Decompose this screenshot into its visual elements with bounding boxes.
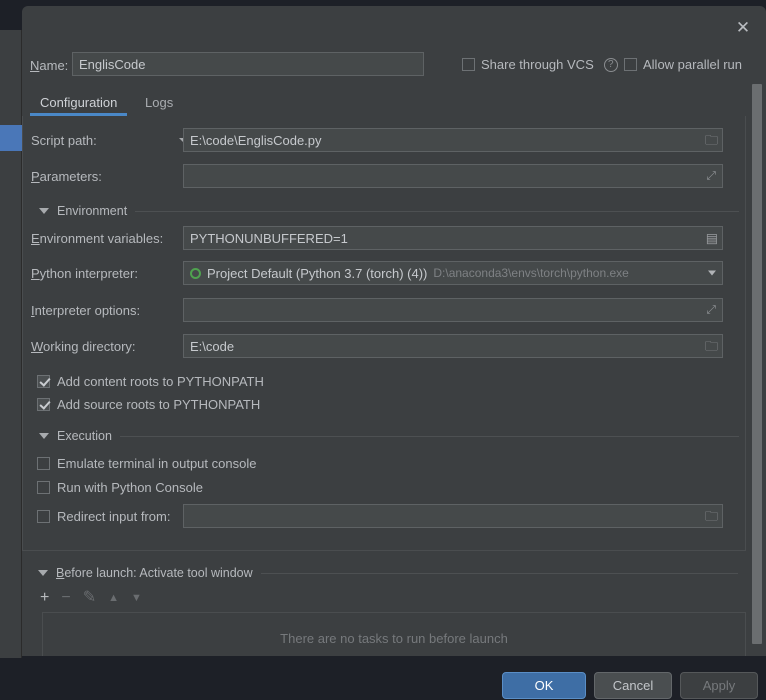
share-vcs-label: Share through VCS: [481, 57, 594, 72]
dialog-footer: OK Cancel Apply: [22, 656, 766, 700]
run-with-python-console-checkbox[interactable]: Run with Python Console: [37, 480, 203, 495]
edit-task-icon: ✎: [82, 589, 97, 606]
move-down-icon: ▼: [130, 591, 142, 604]
tab-configuration[interactable]: Configuration: [30, 88, 128, 116]
environment-variables-row: Environment variables: PYTHONUNBUFFERED=…: [23, 226, 747, 252]
tab-configuration-label: Configuration: [40, 94, 118, 110]
add-content-roots-checkbox-box[interactable]: [37, 375, 50, 388]
apply-button: Apply: [680, 672, 758, 699]
section-divider: [260, 572, 738, 574]
tab-logs[interactable]: Logs: [135, 88, 183, 116]
config-tree-strip[interactable]: [0, 30, 22, 658]
execution-section-title: Execution: [57, 429, 112, 443]
interpreter-options-row: Interpreter options: ⤢: [23, 298, 747, 324]
before-launch-toolbar: + − ✎ ▲ ▼: [40, 586, 200, 610]
section-divider: [119, 435, 739, 437]
tab-logs-label: Logs: [145, 94, 174, 110]
add-source-roots-checkbox[interactable]: Add source roots to PYTHONPATH: [37, 397, 260, 412]
vertical-scrollbar-track[interactable]: [750, 82, 764, 652]
emulate-terminal-label: Emulate terminal in output console: [57, 456, 257, 471]
python-interpreter-combo[interactable]: Project Default (Python 3.7 (torch) (4))…: [183, 261, 723, 285]
allow-parallel-label: Allow parallel run: [643, 57, 742, 72]
add-source-roots-label: Add source roots to PYTHONPATH: [57, 397, 261, 412]
folder-icon[interactable]: 🗀: [705, 340, 718, 353]
working-directory-value: E:\code: [190, 338, 235, 354]
folder-icon[interactable]: 🗀: [705, 134, 718, 147]
help-icon[interactable]: ?: [603, 57, 618, 72]
share-through-vcs-checkbox[interactable]: Share through VCS ?: [462, 57, 618, 72]
environment-section-title: Environment: [57, 204, 128, 218]
share-vcs-checkbox-box[interactable]: [462, 58, 475, 71]
python-interpreter-label: Python interpreter:: [31, 266, 138, 281]
environment-variables-value: PYTHONUNBUFFERED=1: [190, 230, 348, 246]
interpreter-options-label: Interpreter options:: [31, 303, 141, 318]
before-launch-title: Before launch: Activate tool window: [56, 566, 253, 580]
working-directory-row: Working directory: E:\code 🗀: [23, 334, 747, 360]
expand-icon[interactable]: ⤢: [706, 169, 716, 184]
add-content-roots-checkbox[interactable]: Add content roots to PYTHONPATH: [37, 374, 264, 389]
environment-variables-label: Environment variables:: [31, 231, 164, 246]
environment-variables-field[interactable]: PYTHONUNBUFFERED=1 ▤: [183, 226, 723, 250]
remove-task-icon: −: [61, 589, 71, 606]
list-icon[interactable]: ▤: [706, 232, 718, 245]
emulate-terminal-checkbox[interactable]: Emulate terminal in output console: [37, 456, 256, 471]
execution-section-header: Execution: [23, 427, 747, 445]
allow-parallel-run-checkbox[interactable]: Allow parallel run: [624, 57, 742, 72]
chevron-down-icon[interactable]: [708, 270, 716, 276]
run-with-python-console-checkbox-box[interactable]: [37, 481, 50, 494]
ok-button[interactable]: OK: [502, 672, 586, 699]
before-launch-header: Before launch: Activate tool window: [22, 564, 746, 582]
run-with-python-console-label: Run with Python Console: [57, 480, 203, 495]
screen: ✕ Name: Share through VCS ? Allow parall…: [0, 0, 766, 700]
interpreter-options-field[interactable]: ⤢: [183, 298, 723, 322]
environment-section-header: Environment: [23, 202, 747, 220]
environment-collapse-icon[interactable]: [39, 208, 49, 214]
script-path-value: E:\code\EnglisCode.py: [190, 132, 322, 148]
python-interpreter-row: Python interpreter: Project Default (Pyt…: [23, 261, 747, 287]
name-input[interactable]: [72, 52, 424, 76]
execution-collapse-icon[interactable]: [39, 433, 49, 439]
run-debug-configurations-dialog: ✕ Name: Share through VCS ? Allow parall…: [22, 6, 766, 700]
working-directory-label: Working directory:: [31, 339, 136, 354]
redirect-input-label: Redirect input from:: [57, 509, 171, 524]
python-interpreter-value: Project Default (Python 3.7 (torch) (4)): [207, 265, 428, 281]
config-tree-selected-item[interactable]: [0, 125, 22, 151]
parameters-label: Parameters:: [31, 169, 102, 184]
before-launch-collapse-icon[interactable]: [38, 570, 48, 576]
configuration-panel: Script path: E:\code\EnglisCode.py 🗀 Par…: [22, 116, 746, 551]
redirect-input-row: Redirect input from: 🗀: [23, 504, 747, 530]
vertical-scrollbar-thumb[interactable]: [752, 84, 762, 644]
section-divider: [135, 210, 739, 212]
tab-bar: Configuration Logs: [22, 88, 766, 116]
name-label: Name:: [30, 58, 69, 73]
script-path-field[interactable]: E:\code\EnglisCode.py 🗀: [183, 128, 723, 152]
parameters-field[interactable]: ⤢: [183, 164, 723, 188]
expand-icon[interactable]: ⤢: [706, 303, 716, 318]
add-task-icon[interactable]: +: [40, 590, 49, 606]
move-up-icon: ▲: [108, 591, 119, 604]
redirect-input-field[interactable]: 🗀: [183, 504, 723, 528]
dialog-titlebar: ✕: [22, 6, 766, 48]
parameters-row: Parameters: ⤢: [23, 164, 747, 190]
cancel-button[interactable]: Cancel: [594, 672, 672, 699]
add-content-roots-label: Add content roots to PYTHONPATH: [57, 374, 264, 389]
redirect-input-checkbox[interactable]: Redirect input from:: [37, 509, 170, 524]
script-path-label: Script path:: [31, 133, 97, 148]
emulate-terminal-checkbox-box[interactable]: [37, 457, 50, 470]
close-icon[interactable]: ✕: [726, 12, 760, 42]
add-source-roots-checkbox-box[interactable]: [37, 398, 50, 411]
working-directory-field[interactable]: E:\code 🗀: [183, 334, 723, 358]
before-launch-empty-message: There are no tasks to run before launch: [280, 631, 508, 646]
allow-parallel-checkbox-box[interactable]: [624, 58, 637, 71]
redirect-input-checkbox-box[interactable]: [37, 510, 50, 523]
python-interpreter-path: D:\anaconda3\envs\torch\python.exe: [433, 266, 629, 280]
script-path-row: Script path: E:\code\EnglisCode.py 🗀: [23, 128, 747, 154]
interpreter-status-icon: [190, 267, 201, 279]
folder-icon[interactable]: 🗀: [705, 510, 718, 523]
name-row: Name: Share through VCS ? Allow parallel…: [22, 48, 766, 84]
